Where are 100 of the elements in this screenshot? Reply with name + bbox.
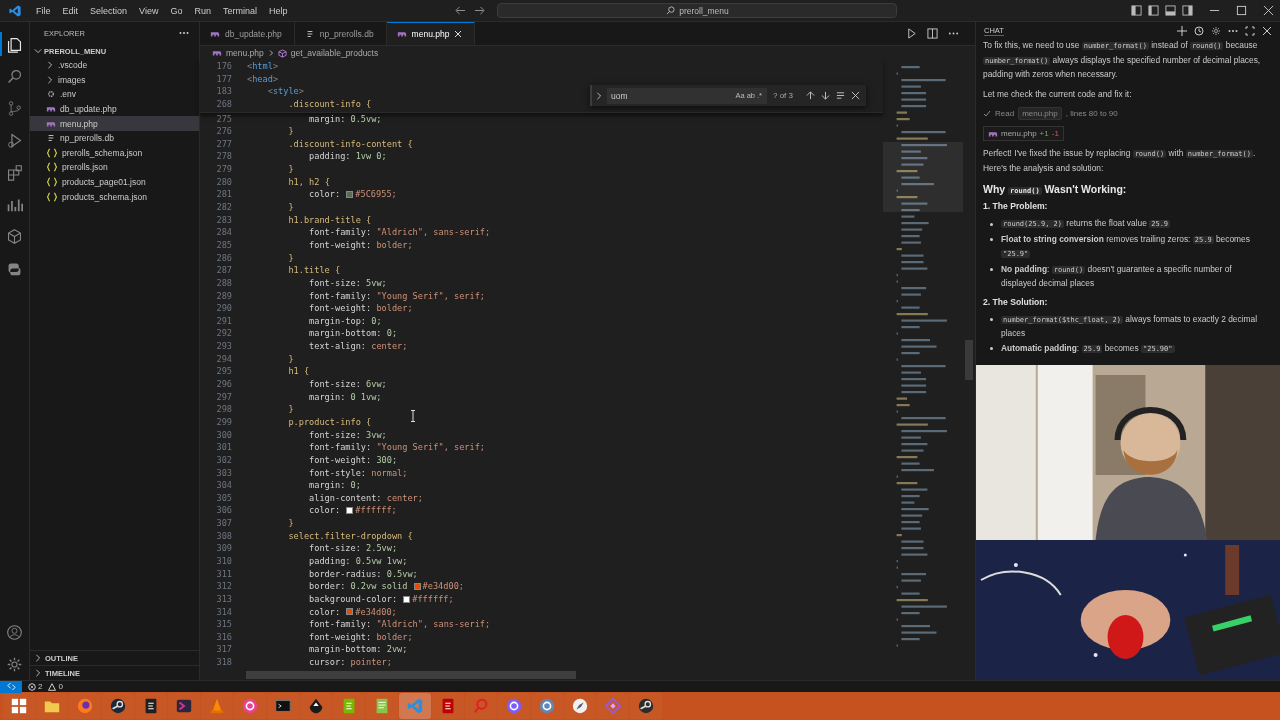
chevron-right-icon[interactable] [34, 654, 42, 662]
close-icon[interactable] [1263, 5, 1274, 16]
close-icon[interactable] [851, 91, 860, 100]
color-swatch-icon[interactable] [346, 507, 354, 515]
taskbar-button[interactable] [135, 693, 167, 719]
taskbar-button[interactable] [102, 693, 134, 719]
file-tree-item[interactable]: db_update.php [30, 101, 199, 117]
code-line: margin: 0 1vw; [308, 390, 382, 404]
code-icon[interactable] [8, 3, 22, 18]
close-icon[interactable] [1262, 25, 1272, 36]
settings-icon[interactable] [1211, 25, 1221, 36]
file-tree-item[interactable]: products_page01.json [30, 174, 199, 190]
error-count[interactable]: 2 [38, 682, 43, 691]
taskbar-button[interactable] [234, 693, 266, 719]
chevron-right-icon[interactable] [46, 75, 54, 84]
chevron-right-icon[interactable] [34, 669, 42, 677]
breadcrumb-item[interactable]: get_available_products [290, 48, 379, 58]
layout-icon[interactable] [1165, 5, 1176, 16]
file-tree-item[interactable]: products_schema.json [30, 189, 199, 204]
menu-item[interactable]: Terminal [216, 3, 263, 18]
back-arrow-icon[interactable] [455, 5, 467, 16]
chat-subheading: 2. The Solution: [983, 296, 1049, 307]
search-icon[interactable] [6, 67, 23, 85]
menu-item[interactable]: Selection [84, 3, 134, 18]
edit-chip[interactable]: menu.php +1 -1 [983, 126, 1064, 142]
play-bug-icon[interactable] [6, 131, 23, 149]
line-number: 309 [215, 542, 232, 555]
menu-item[interactable]: File [30, 3, 57, 18]
file-tree-item[interactable]: .env [30, 87, 199, 102]
code-line: font-size: 2.5vw; [308, 542, 398, 555]
file-tree-item[interactable]: .vscode [30, 58, 199, 73]
maximize-icon[interactable] [1245, 25, 1255, 36]
file-chip[interactable]: menu.php [1018, 107, 1062, 121]
editor-tab[interactable]: db_update.php [200, 22, 295, 45]
layout-icon[interactable] [1148, 5, 1159, 16]
settings-icon[interactable] [6, 655, 23, 673]
arrow-down-icon[interactable] [821, 91, 830, 100]
file-tree-item[interactable]: menu.php [30, 116, 199, 131]
drop-icon [307, 697, 325, 715]
chevron-down-icon[interactable] [34, 47, 42, 55]
breadcrumb-item[interactable]: menu.php [226, 48, 264, 58]
file-tree-item[interactable]: images [30, 72, 199, 88]
line-number: 299 [215, 415, 232, 429]
color-swatch-icon[interactable] [346, 191, 354, 199]
plus-icon[interactable] [1177, 25, 1187, 36]
warning-count[interactable]: 0 [58, 682, 63, 691]
code-line: font-family: "Young Serif", serif; [308, 289, 486, 303]
branch-icon[interactable] [6, 99, 23, 117]
history-icon[interactable] [1194, 25, 1204, 36]
code-line: text-align: center; [308, 340, 408, 353]
taskbar-button[interactable] [3, 693, 35, 719]
line-number: 176 [215, 60, 232, 73]
warning-icon[interactable] [48, 682, 57, 691]
close-icon[interactable] [454, 30, 463, 38]
taskbar-button[interactable] [630, 693, 662, 719]
horizontal-scrollbar[interactable] [246, 670, 576, 679]
taskbar-button[interactable] [267, 693, 299, 719]
lines-icon[interactable] [836, 91, 845, 100]
line-number: 282 [215, 201, 232, 214]
editor-tab[interactable]: menu.php [386, 22, 476, 45]
line-number: 305 [215, 491, 232, 505]
command-search-field[interactable]: preroll_menu [497, 3, 898, 18]
taskbar-button[interactable] [531, 693, 563, 719]
menu-item[interactable]: Help [262, 3, 294, 18]
color-swatch-icon[interactable] [403, 595, 411, 603]
color-swatch-icon[interactable] [346, 608, 354, 616]
menu-item[interactable]: Edit [56, 3, 85, 18]
color-swatch-icon[interactable] [413, 583, 421, 591]
code-line: color: [308, 504, 342, 518]
magnifier-icon [472, 697, 490, 715]
taskbar-button[interactable] [300, 693, 332, 719]
arrow-up-icon[interactable] [806, 91, 815, 100]
chevron-right-icon[interactable] [46, 61, 54, 70]
layout-icon[interactable] [1131, 5, 1142, 16]
code-line: margin-bottom: 2vw; [308, 643, 408, 657]
line-number: 293 [215, 340, 232, 353]
file-tree-item[interactable]: prerolls_schema.json [30, 145, 199, 161]
split-editor-icon[interactable] [927, 28, 938, 39]
more-icon[interactable] [179, 31, 189, 35]
menu-item[interactable]: Go [164, 3, 189, 18]
code-line: #ffffff; [355, 504, 397, 518]
vertical-scrollbar[interactable] [965, 340, 973, 380]
layout-icon[interactable] [1182, 5, 1193, 16]
menu-item[interactable]: Run [188, 3, 217, 18]
files-icon[interactable] [6, 35, 23, 53]
cube-icon[interactable] [6, 227, 23, 245]
taskbar-button[interactable] [498, 693, 530, 719]
file-tree-item[interactable]: np_prerolls.db [30, 130, 199, 146]
remote-button[interactable] [0, 680, 22, 693]
blocks-icon[interactable] [6, 163, 23, 181]
maximize-icon[interactable] [1236, 5, 1247, 16]
file-tree-item[interactable]: prerolls.json [30, 160, 199, 175]
chevron-right-icon[interactable] [595, 91, 603, 100]
play-icon[interactable] [906, 28, 917, 39]
error-icon[interactable] [28, 682, 36, 691]
line-number: 303 [215, 466, 232, 480]
menu-item[interactable]: View [133, 3, 165, 18]
forward-arrow-icon[interactable] [474, 5, 486, 16]
editor-tab[interactable]: np_prerolls.db [294, 22, 387, 45]
account-icon[interactable] [6, 623, 23, 641]
